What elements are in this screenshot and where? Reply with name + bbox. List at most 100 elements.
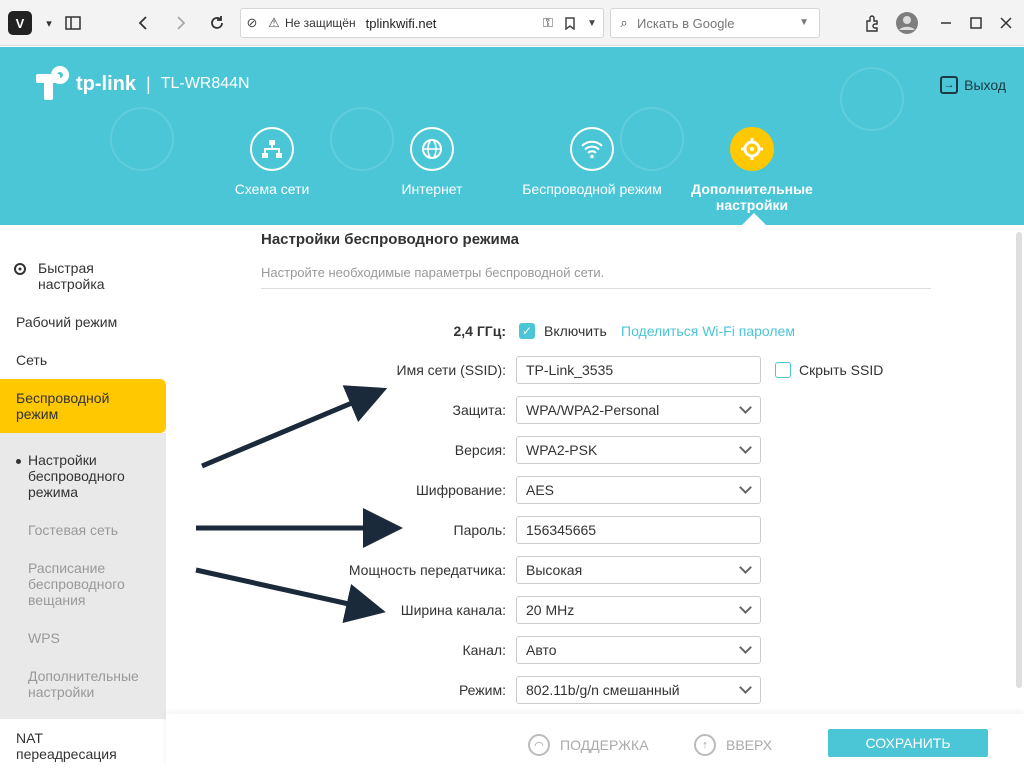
- sidebar-submenu: Настройки беспроводного режима Гостевая …: [0, 433, 166, 719]
- mode-label: Режим:: [458, 682, 506, 698]
- panel-toggle-icon[interactable]: [58, 8, 88, 38]
- forward-icon[interactable]: [166, 8, 196, 38]
- reload-icon[interactable]: [202, 8, 232, 38]
- page-subtitle: Настройте необходимые параметры беспрово…: [261, 265, 605, 280]
- sidebar-item-label: Быстрая настройка: [38, 260, 105, 292]
- logout-button[interactable]: → Выход: [940, 76, 1006, 94]
- quick-setup-icon: [12, 261, 28, 280]
- url-text[interactable]: tplinkwifi.net: [366, 16, 537, 31]
- tab-wireless-label: Беспроводной режим: [522, 181, 662, 197]
- tplink-logo: tp-link | TL-WR844N: [36, 66, 250, 102]
- search-field[interactable]: ⌕ Искать в Google ▼: [610, 8, 820, 38]
- share-wifi-link[interactable]: Поделиться Wi-Fi паролем: [621, 323, 795, 339]
- sidebar-item-wireless[interactable]: Беспроводной режим: [0, 379, 166, 433]
- version-label: Версия:: [454, 442, 506, 458]
- encryption-value: AES: [526, 482, 555, 498]
- profile-avatar-icon[interactable]: [892, 8, 922, 38]
- password-input[interactable]: 156345665: [516, 516, 761, 544]
- model-name: TL-WR844N: [160, 75, 250, 92]
- headset-icon: ◠: [528, 734, 550, 756]
- search-dropdown-icon[interactable]: ▼: [799, 17, 809, 28]
- close-window-icon[interactable]: [996, 8, 1016, 38]
- version-value: WPA2-PSK: [526, 442, 598, 458]
- site-settings-icon[interactable]: ⊘: [241, 15, 263, 31]
- enable-checkbox[interactable]: ✓: [519, 323, 535, 339]
- tab-advanced[interactable]: Дополнительные настройки: [672, 127, 832, 213]
- sidebar-item-nat[interactable]: NAT переадресация: [0, 730, 166, 762]
- tx-power-select[interactable]: Высокая: [516, 556, 761, 584]
- address-bar[interactable]: ⊘ ⚠ Не защищён tplinkwifi.net ⚿ ▼: [240, 8, 604, 38]
- watermark-icon: [110, 107, 174, 171]
- browser-toolbar: V ▾ ⊘ ⚠ Не защищён tplinkwifi.net ⚿ ▼ ⌕ …: [0, 0, 1024, 46]
- subitem-advanced[interactable]: Дополнительные настройки: [28, 668, 158, 700]
- support-button[interactable]: ◠ ПОДДЕРЖКА: [528, 734, 649, 756]
- tplink-logo-icon: [36, 66, 72, 102]
- up-label: ВВЕРХ: [726, 737, 773, 753]
- channel-width-select[interactable]: 20 MHz: [516, 596, 761, 624]
- tab-internet[interactable]: Интернет: [352, 127, 512, 197]
- arrow-up-icon: ↑: [694, 734, 716, 756]
- chevron-down-icon: [739, 681, 752, 694]
- watermark-icon: [840, 67, 904, 131]
- network-map-icon: [250, 127, 294, 171]
- support-label: ПОДДЕРЖКА: [560, 737, 649, 753]
- address-dropdown-icon[interactable]: ▼: [581, 18, 603, 29]
- subitem-guest-network[interactable]: Гостевая сеть: [28, 522, 158, 538]
- channel-width-value: 20 MHz: [526, 602, 575, 618]
- chevron-down-icon: [739, 601, 752, 614]
- ssid-label: Имя сети (SSID):: [396, 362, 507, 378]
- encryption-select[interactable]: AES: [516, 476, 761, 504]
- sidebar-item-operation-mode[interactable]: Рабочий режим: [0, 314, 166, 330]
- maximize-icon[interactable]: [966, 8, 986, 38]
- subitem-wireless-settings[interactable]: Настройки беспроводного режима: [28, 452, 158, 500]
- subitem-wireless-schedule[interactable]: Расписание беспроводного вещания: [28, 560, 158, 608]
- bookmark-icon[interactable]: [559, 16, 581, 30]
- channel-label: Канал:: [462, 642, 506, 658]
- chevron-down-icon: [739, 481, 752, 494]
- back-to-top-button[interactable]: ↑ ВВЕРХ: [694, 734, 772, 756]
- channel-width-label: Ширина канала:: [400, 602, 506, 618]
- subitem-wps[interactable]: WPS: [28, 630, 158, 646]
- sidebar-item-label: Беспроводной режим: [16, 390, 110, 422]
- security-value: WPA/WPA2-Personal: [526, 402, 660, 418]
- mode-value: 802.11b/g/n смешанный: [526, 682, 680, 698]
- band-label: 2,4 ГГц:: [453, 323, 507, 339]
- version-select[interactable]: WPA2-PSK: [516, 436, 761, 464]
- key-icon[interactable]: ⚿: [537, 15, 559, 31]
- channel-value: Авто: [526, 642, 557, 658]
- encryption-label: Шифрование:: [415, 482, 506, 498]
- sidebar-item-label: Сеть: [16, 352, 48, 368]
- main-panel: Настройки беспроводного режима Настройте…: [166, 225, 1024, 768]
- security-select[interactable]: WPA/WPA2-Personal: [516, 396, 761, 424]
- chevron-down-icon: [739, 561, 752, 574]
- brand-name: tp-link: [76, 72, 136, 95]
- scrollbar[interactable]: [1016, 232, 1022, 688]
- sidebar-item-label: NAT переадресация: [16, 730, 117, 762]
- gear-icon: [730, 127, 774, 171]
- back-icon[interactable]: [128, 8, 158, 38]
- search-engine-icon[interactable]: ⌕: [611, 15, 637, 31]
- ssid-input[interactable]: TP-Link_3535: [516, 356, 761, 384]
- sidebar-item-network[interactable]: Сеть: [0, 352, 166, 368]
- enable-label: Включить: [544, 323, 607, 339]
- divider: [261, 288, 931, 289]
- browser-logo-icon[interactable]: V: [8, 11, 32, 35]
- save-button[interactable]: СОХРАНИТЬ: [828, 729, 988, 757]
- hide-ssid-label: Скрыть SSID: [799, 362, 884, 378]
- tab-network-map[interactable]: Схема сети: [192, 127, 352, 197]
- hide-ssid-checkbox[interactable]: [775, 362, 791, 378]
- minimize-icon[interactable]: [936, 8, 956, 38]
- mode-select[interactable]: 802.11b/g/n смешанный: [516, 676, 761, 704]
- channel-select[interactable]: Авто: [516, 636, 761, 664]
- logout-icon: →: [940, 76, 959, 94]
- tx-power-label: Мощность передатчика:: [348, 562, 506, 578]
- security-status: Не защищён: [285, 16, 356, 30]
- extensions-icon[interactable]: [858, 8, 888, 38]
- current-item-dot: [16, 459, 21, 464]
- tab-wireless[interactable]: Беспроводной режим: [512, 127, 672, 197]
- logo-separator: |: [146, 73, 151, 94]
- page-title: Настройки беспроводного режима: [261, 231, 519, 248]
- wifi-icon: [570, 127, 614, 171]
- tab-advanced-label: Дополнительные настройки: [691, 181, 813, 213]
- sidebar-item-quick-setup[interactable]: Быстрая настройка: [0, 260, 140, 292]
